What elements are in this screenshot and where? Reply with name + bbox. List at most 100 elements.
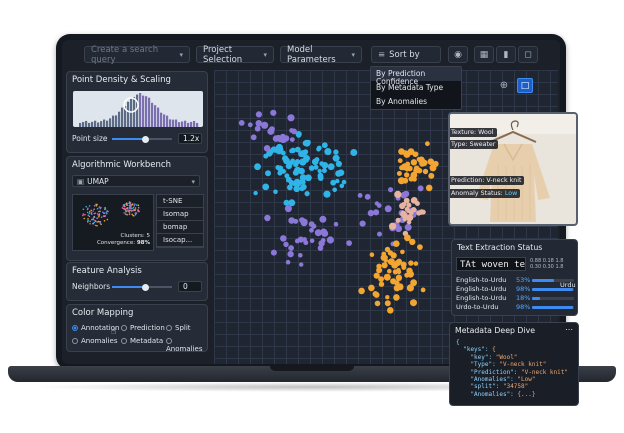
color-option-metadata[interactable]: Metadata [121, 337, 163, 345]
histogram-bar [196, 122, 199, 127]
scatter-point [326, 236, 334, 244]
scatter-point [393, 294, 400, 301]
scatter-point [320, 228, 328, 236]
preview-point [88, 205, 91, 207]
method-isomap[interactable]: Isomap [157, 208, 203, 221]
scatter-point [373, 272, 380, 279]
chevron-down-icon: ▾ [263, 50, 267, 59]
json-line: "Prediction": "V-neck knit" [456, 368, 568, 376]
preview-point [121, 207, 124, 209]
scatter-point [425, 184, 433, 192]
scatter-point [410, 159, 418, 166]
expand-icon[interactable]: ◻ [518, 46, 538, 63]
preview-point [96, 221, 99, 223]
translation-row: English-to-Urdu 18% [456, 294, 574, 303]
scatter-point [265, 170, 271, 177]
search-input[interactable]: Create a search query ▾ [84, 44, 190, 65]
color-option-prediction[interactable]: Prediction [121, 324, 165, 332]
algorithm-select[interactable]: ▣ UMAP ▾ [72, 175, 200, 187]
project-selection-label: Project Selection [203, 44, 243, 65]
scatter-point [406, 267, 413, 274]
histogram-bar [145, 96, 148, 127]
project-selection-dropdown[interactable]: Project Selection ▾ [196, 44, 274, 65]
scatter-point [282, 155, 289, 162]
radio-icon [166, 338, 172, 344]
histogram-bar [100, 121, 103, 127]
color-option-split[interactable]: Split [166, 324, 191, 332]
neighbors-value[interactable]: 0 [178, 281, 202, 292]
model-parameters-dropdown[interactable]: Model Parameters ▾ [280, 45, 362, 65]
eye-icon[interactable]: ◉ [448, 46, 468, 63]
preview-point [90, 209, 92, 212]
preview-point [104, 214, 106, 217]
scatter-point [293, 180, 299, 186]
histogram-bar [190, 121, 193, 127]
preview-point [124, 208, 126, 211]
scatter-point [408, 176, 414, 182]
search-placeholder: Create a search query [91, 44, 159, 65]
bar-chart-icon[interactable]: ▮ [496, 46, 516, 63]
point-size-slider[interactable] [112, 135, 172, 143]
scatter-point [311, 158, 319, 166]
point-size-value[interactable]: 1.2x [178, 133, 202, 144]
ocr-mini-values: 0.88 0.18 1.8 0.30 0.30 1.8 [530, 258, 564, 270]
scatter-point [387, 307, 394, 314]
color-option-anomalies-2[interactable]: Anomalies [166, 337, 207, 353]
scatter-point [309, 238, 315, 244]
histogram-bar [175, 119, 178, 127]
sort-option-anomalies[interactable]: By Anomalies [371, 95, 461, 109]
scatter-point [282, 135, 290, 142]
preview-point [97, 214, 100, 216]
preview-point [103, 220, 106, 222]
more-options-icon[interactable]: ⋯ [565, 325, 573, 334]
scatter-point [385, 295, 390, 300]
preview-point [134, 213, 137, 216]
scatter-point [301, 218, 308, 225]
method-bomap[interactable]: bomap [157, 221, 203, 234]
point-size-knob[interactable] [141, 135, 149, 143]
preview-point [123, 212, 125, 214]
color-option-anomalies[interactable]: Anomalies [72, 337, 117, 345]
preview-point [138, 210, 140, 213]
target-icon[interactable]: ⊕ [497, 79, 511, 93]
histogram-bar [103, 119, 106, 127]
scatter-point [420, 287, 426, 293]
scatter-point [373, 291, 380, 298]
algorithmic-workbench-panel: Algorithmic Workbench ▣ UMAP ▾ Clusters: … [66, 156, 208, 261]
histogram-bar [160, 112, 163, 127]
sort-option-metadata[interactable]: By Metadata Type [371, 81, 461, 95]
algorithm-value: UMAP [87, 177, 109, 186]
preview-point [126, 202, 128, 204]
preview-point [130, 203, 132, 206]
top-toolbar: Create a search query ▾ Project Selectio… [62, 40, 560, 70]
sort-option-confidence[interactable]: By Prediction Confidence [371, 67, 461, 86]
preview-point [132, 206, 135, 209]
scatter-point [296, 132, 302, 138]
grid-view-icon[interactable]: ▦ [474, 46, 494, 63]
method-tsne[interactable]: t-SNE [157, 195, 203, 208]
sample-image-card[interactable]: Texture: Wool Type: Sweater Prediction: … [448, 112, 578, 226]
radio-icon [121, 338, 127, 344]
sort-by-dropdown[interactable]: ≡ Sort by [371, 46, 441, 63]
histogram-bar [94, 120, 97, 127]
preview-point [94, 219, 96, 222]
preview-point [98, 206, 101, 208]
scatter-point [332, 154, 340, 162]
preview-point [92, 223, 94, 225]
method-isocap[interactable]: Isocap... [157, 234, 203, 247]
scatter-point [263, 153, 269, 159]
json-line: "split": "34758" [456, 383, 529, 391]
preview-point [86, 208, 89, 211]
preview-point [126, 207, 129, 209]
preview-point [87, 214, 90, 216]
scatter-point [390, 252, 397, 259]
selection-tool-icon[interactable]: □ [517, 78, 533, 93]
scatter-point [324, 148, 332, 156]
scatter-point [404, 172, 410, 178]
sort-by-label: Sort by [389, 49, 420, 60]
neighbors-knob[interactable] [141, 283, 149, 291]
scatter-point [393, 240, 400, 247]
neighbors-slider[interactable] [112, 283, 172, 291]
scatter-point [332, 187, 337, 193]
histogram-bar [163, 114, 166, 127]
